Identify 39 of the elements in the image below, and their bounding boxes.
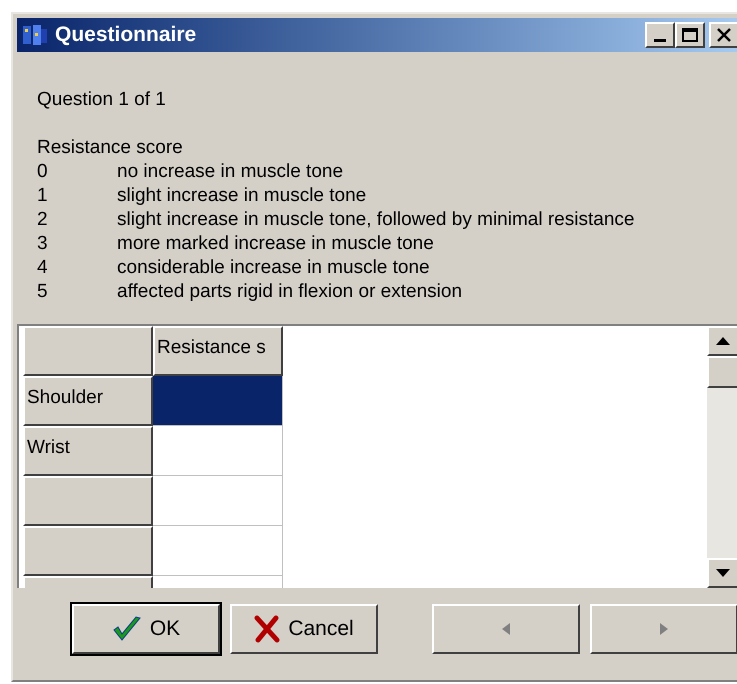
- row-header: Shoulder: [23, 376, 153, 426]
- score-value: 1: [37, 184, 49, 208]
- score-description: more marked increase in muscle tone: [117, 232, 434, 256]
- score-value: 5: [37, 280, 49, 304]
- question-counter: Question 1 of 1: [37, 88, 166, 112]
- checkmark-icon: [112, 615, 142, 643]
- scale-title: Resistance score: [37, 136, 183, 160]
- score-value: 4: [37, 256, 49, 280]
- score-description: considerable increase in muscle tone: [117, 256, 430, 280]
- up-triangle-icon: [716, 337, 730, 345]
- score-value: 0: [37, 160, 49, 184]
- minimize-button[interactable]: [645, 22, 675, 48]
- window-title: Questionnaire: [55, 22, 196, 48]
- score-description: no increase in muscle tone: [117, 160, 344, 184]
- score-value: 2: [37, 208, 49, 232]
- ok-button[interactable]: OK: [72, 604, 220, 654]
- score-description: slight increase in muscle tone: [117, 184, 366, 208]
- maximize-button[interactable]: [675, 22, 705, 48]
- scroll-up-button[interactable]: [707, 326, 737, 356]
- cancel-button[interactable]: Cancel: [230, 604, 378, 654]
- close-icon: [717, 28, 731, 42]
- grid-cell[interactable]: [153, 426, 283, 476]
- app-icon: [21, 23, 49, 47]
- right-triangle-icon: [659, 622, 669, 636]
- score-value: 3: [37, 232, 49, 256]
- close-button[interactable]: [709, 22, 737, 48]
- score-description: slight increase in muscle tone, followed by minimal resistance: [117, 208, 634, 232]
- x-icon: [254, 615, 280, 643]
- grid-cell[interactable]: [153, 376, 283, 426]
- column-header: Resistance s: [153, 326, 283, 376]
- score-description: affected parts rigid in flexion or extension: [117, 280, 462, 304]
- left-triangle-icon: [501, 622, 511, 636]
- scroll-thumb[interactable]: [707, 356, 737, 388]
- row-header: Wrist: [23, 426, 153, 476]
- down-triangle-icon: [716, 569, 730, 577]
- scroll-down-button[interactable]: [707, 558, 737, 588]
- grid-cell[interactable]: [153, 476, 283, 526]
- grid-cell[interactable]: [153, 526, 283, 576]
- vertical-scrollbar[interactable]: [707, 326, 737, 588]
